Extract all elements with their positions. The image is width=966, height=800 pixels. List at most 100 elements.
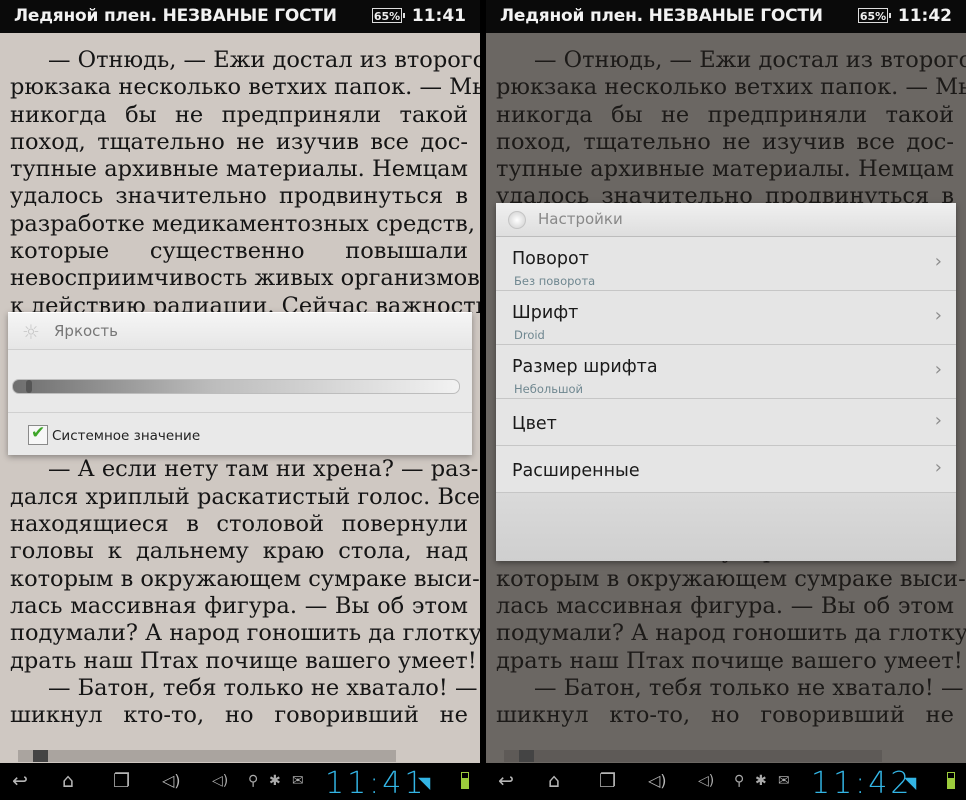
text-line: которые существенно повышали — [10, 238, 468, 265]
navigation-bar: ↩ ⌂ ❐ ◁) ◁) ⚲ ✱ ✉ 11:42 ◥ — [486, 763, 966, 800]
settings-icon — [508, 211, 526, 229]
text-line: — Батон, тебя только не хватало! — — [48, 674, 478, 701]
usb-icon: ⚲ — [248, 773, 259, 789]
text-line: никогда бы не предприняли такой — [496, 101, 954, 128]
nav-clock: 11:42 — [811, 766, 913, 800]
back-icon[interactable]: ↩ — [498, 771, 514, 791]
settings-item-label: Размер шрифта — [512, 357, 658, 377]
chevron-right-icon: › — [934, 251, 942, 272]
brightness-dialog: ☼ Яркость ✔ Системное значение — [8, 312, 472, 455]
text-line: которым в окружающем сумраке выси- — [10, 565, 480, 592]
text-line: рюкзака несколько ветхих папок. — Мы — [10, 74, 480, 101]
text-line: — А если нету там ни хрена? — раз- — [48, 456, 479, 483]
brightness-slider-thumb[interactable] — [25, 380, 32, 393]
brightness-slider[interactable] — [12, 379, 460, 394]
navigation-bar: ↩ ⌂ ❐ ◁) ◁) ⚲ ✱ ✉ 11:41 ◥ — [0, 763, 480, 800]
android-debug-icon: ✱ — [269, 773, 281, 789]
text-line: невосприимчивость живых организмов — [10, 265, 480, 292]
recent-apps-icon[interactable]: ❐ — [599, 771, 616, 791]
chevron-right-icon: › — [934, 305, 942, 326]
volume-icon[interactable]: ◁) — [648, 771, 667, 791]
chevron-right-icon: › — [934, 457, 942, 478]
book-title: Ледяной плен. НЕЗВАНЫЕ ГОСТИ — [500, 6, 823, 26]
usb-icon: ⚲ — [734, 773, 745, 789]
battery-icon — [461, 772, 469, 789]
battery-indicator: 65% — [372, 8, 405, 23]
dialog-header: ☼ Яркость — [8, 313, 472, 350]
volume-icon[interactable]: ◁) — [162, 771, 181, 791]
reading-progress-bar[interactable] — [18, 750, 396, 762]
text-line: поход, тщательно не изучив все дос- — [10, 128, 468, 155]
text-line: поход, тщательно не изучив все дос- — [496, 128, 954, 155]
chevron-right-icon: › — [934, 359, 942, 380]
text-line: никогда бы не предприняли такой — [10, 101, 468, 128]
settings-item-label: Расширенные — [512, 461, 640, 481]
volume-icon[interactable]: ◁) — [698, 773, 714, 789]
battery-indicator: 65% — [858, 8, 891, 23]
text-line: драть наш Птах почище вашего умеет! — [10, 647, 477, 674]
screen-settings: Ледяной плен. НЕЗВАНЫЕ ГОСТИ 65% 11:42 —… — [486, 0, 966, 800]
battery-icon — [947, 772, 955, 789]
text-line: рюкзака несколько ветхих папок. — Мы — [496, 74, 966, 101]
settings-item-value: Небольшой — [514, 382, 584, 396]
settings-item-value: Без поворота — [514, 274, 596, 288]
text-line: шикнул кто-то, но говоривший не — [10, 702, 468, 729]
home-icon[interactable]: ⌂ — [548, 771, 560, 791]
back-icon[interactable]: ↩ — [12, 771, 28, 791]
screen-brightness: Ледяной плен. НЕЗВАНЫЕ ГОСТИ 65% 11:41 —… — [0, 0, 480, 800]
system-value-label[interactable]: Системное значение — [52, 428, 200, 444]
mail-icon: ✉ — [292, 773, 304, 789]
title-bar: Ледяной плен. НЕЗВАНЫЕ ГОСТИ 65% 11:42 — [486, 0, 966, 33]
text-line: подумали? А народ гоношить да глотку — [496, 620, 966, 647]
text-line: тупные архивные материалы. Немцам — [496, 156, 954, 183]
dialog-title: Настройки — [538, 210, 623, 228]
dialog-empty-area — [496, 493, 956, 561]
text-line: разработке медикаментозных средств, — [10, 210, 475, 237]
settings-item-rotation[interactable]: Поворот Без поворота › — [496, 237, 956, 291]
text-line: — Отнюдь, — Ежи достал из второго — [534, 47, 966, 73]
settings-item-value: Droid — [514, 328, 545, 342]
recent-apps-icon[interactable]: ❐ — [113, 771, 130, 791]
system-value-checkbox[interactable]: ✔ — [28, 423, 48, 445]
text-line: лась массивная фигура. — Вы об этом — [10, 592, 468, 619]
text-line: — Батон, тебя только не хватало! — — [534, 674, 964, 701]
volume-icon[interactable]: ◁) — [212, 773, 228, 789]
mail-icon: ✉ — [778, 773, 790, 789]
settings-dialog: Настройки Поворот Без поворота › Шрифт D… — [496, 203, 956, 561]
settings-item-font-size[interactable]: Размер шрифта Небольшой › — [496, 345, 956, 399]
settings-item-color[interactable]: Цвет › — [496, 399, 956, 446]
text-line: драть наш Птах почище вашего умеет! — [496, 647, 963, 674]
text-line: подумали? А народ гоношить да глотку — [10, 620, 480, 647]
nav-clock: 11:41 — [325, 766, 427, 800]
book-title: Ледяной плен. НЕЗВАНЫЕ ГОСТИ — [14, 6, 337, 26]
settings-item-label: Шрифт — [512, 303, 579, 323]
text-line: тупные архивные материалы. Немцам — [10, 156, 468, 183]
settings-item-font[interactable]: Шрифт Droid › — [496, 291, 956, 345]
text-line: — Отнюдь, — Ежи достал из второго — [48, 47, 480, 73]
status-clock: 11:41 — [411, 6, 466, 26]
reading-progress-bar[interactable] — [504, 750, 882, 762]
title-bar: Ледяной плен. НЕЗВАНЫЕ ГОСТИ 65% 11:41 — [0, 0, 480, 33]
check-icon: ✔ — [31, 423, 46, 443]
settings-item-label: Поворот — [512, 249, 589, 269]
home-icon[interactable]: ⌂ — [62, 771, 74, 791]
wifi-icon: ◥ — [904, 773, 917, 792]
text-line: удалось значительно продвинуться в — [10, 183, 468, 210]
brightness-icon: ☼ — [22, 320, 40, 344]
text-line: дался хриплый раскатистый голос. Все — [10, 483, 480, 510]
settings-item-advanced[interactable]: Расширенные › — [496, 446, 956, 493]
text-line: которым в окружающем сумраке выси- — [496, 565, 966, 592]
progress-knob[interactable] — [32, 750, 48, 762]
text-line: головы к дальнему краю стола, над — [10, 538, 468, 565]
progress-knob[interactable] — [518, 750, 534, 762]
wifi-icon: ◥ — [418, 773, 431, 792]
dialog-header: Настройки — [496, 203, 956, 237]
settings-item-label: Цвет — [512, 414, 557, 434]
status-clock: 11:42 — [897, 6, 952, 26]
text-line: лась массивная фигура. — Вы об этом — [496, 592, 954, 619]
dialog-title: Яркость — [54, 322, 119, 340]
text-line: шикнул кто-то, но говоривший не — [496, 702, 954, 729]
android-debug-icon: ✱ — [755, 773, 767, 789]
text-line: находящиеся в столовой повернули — [10, 511, 468, 538]
chevron-right-icon: › — [934, 410, 942, 431]
